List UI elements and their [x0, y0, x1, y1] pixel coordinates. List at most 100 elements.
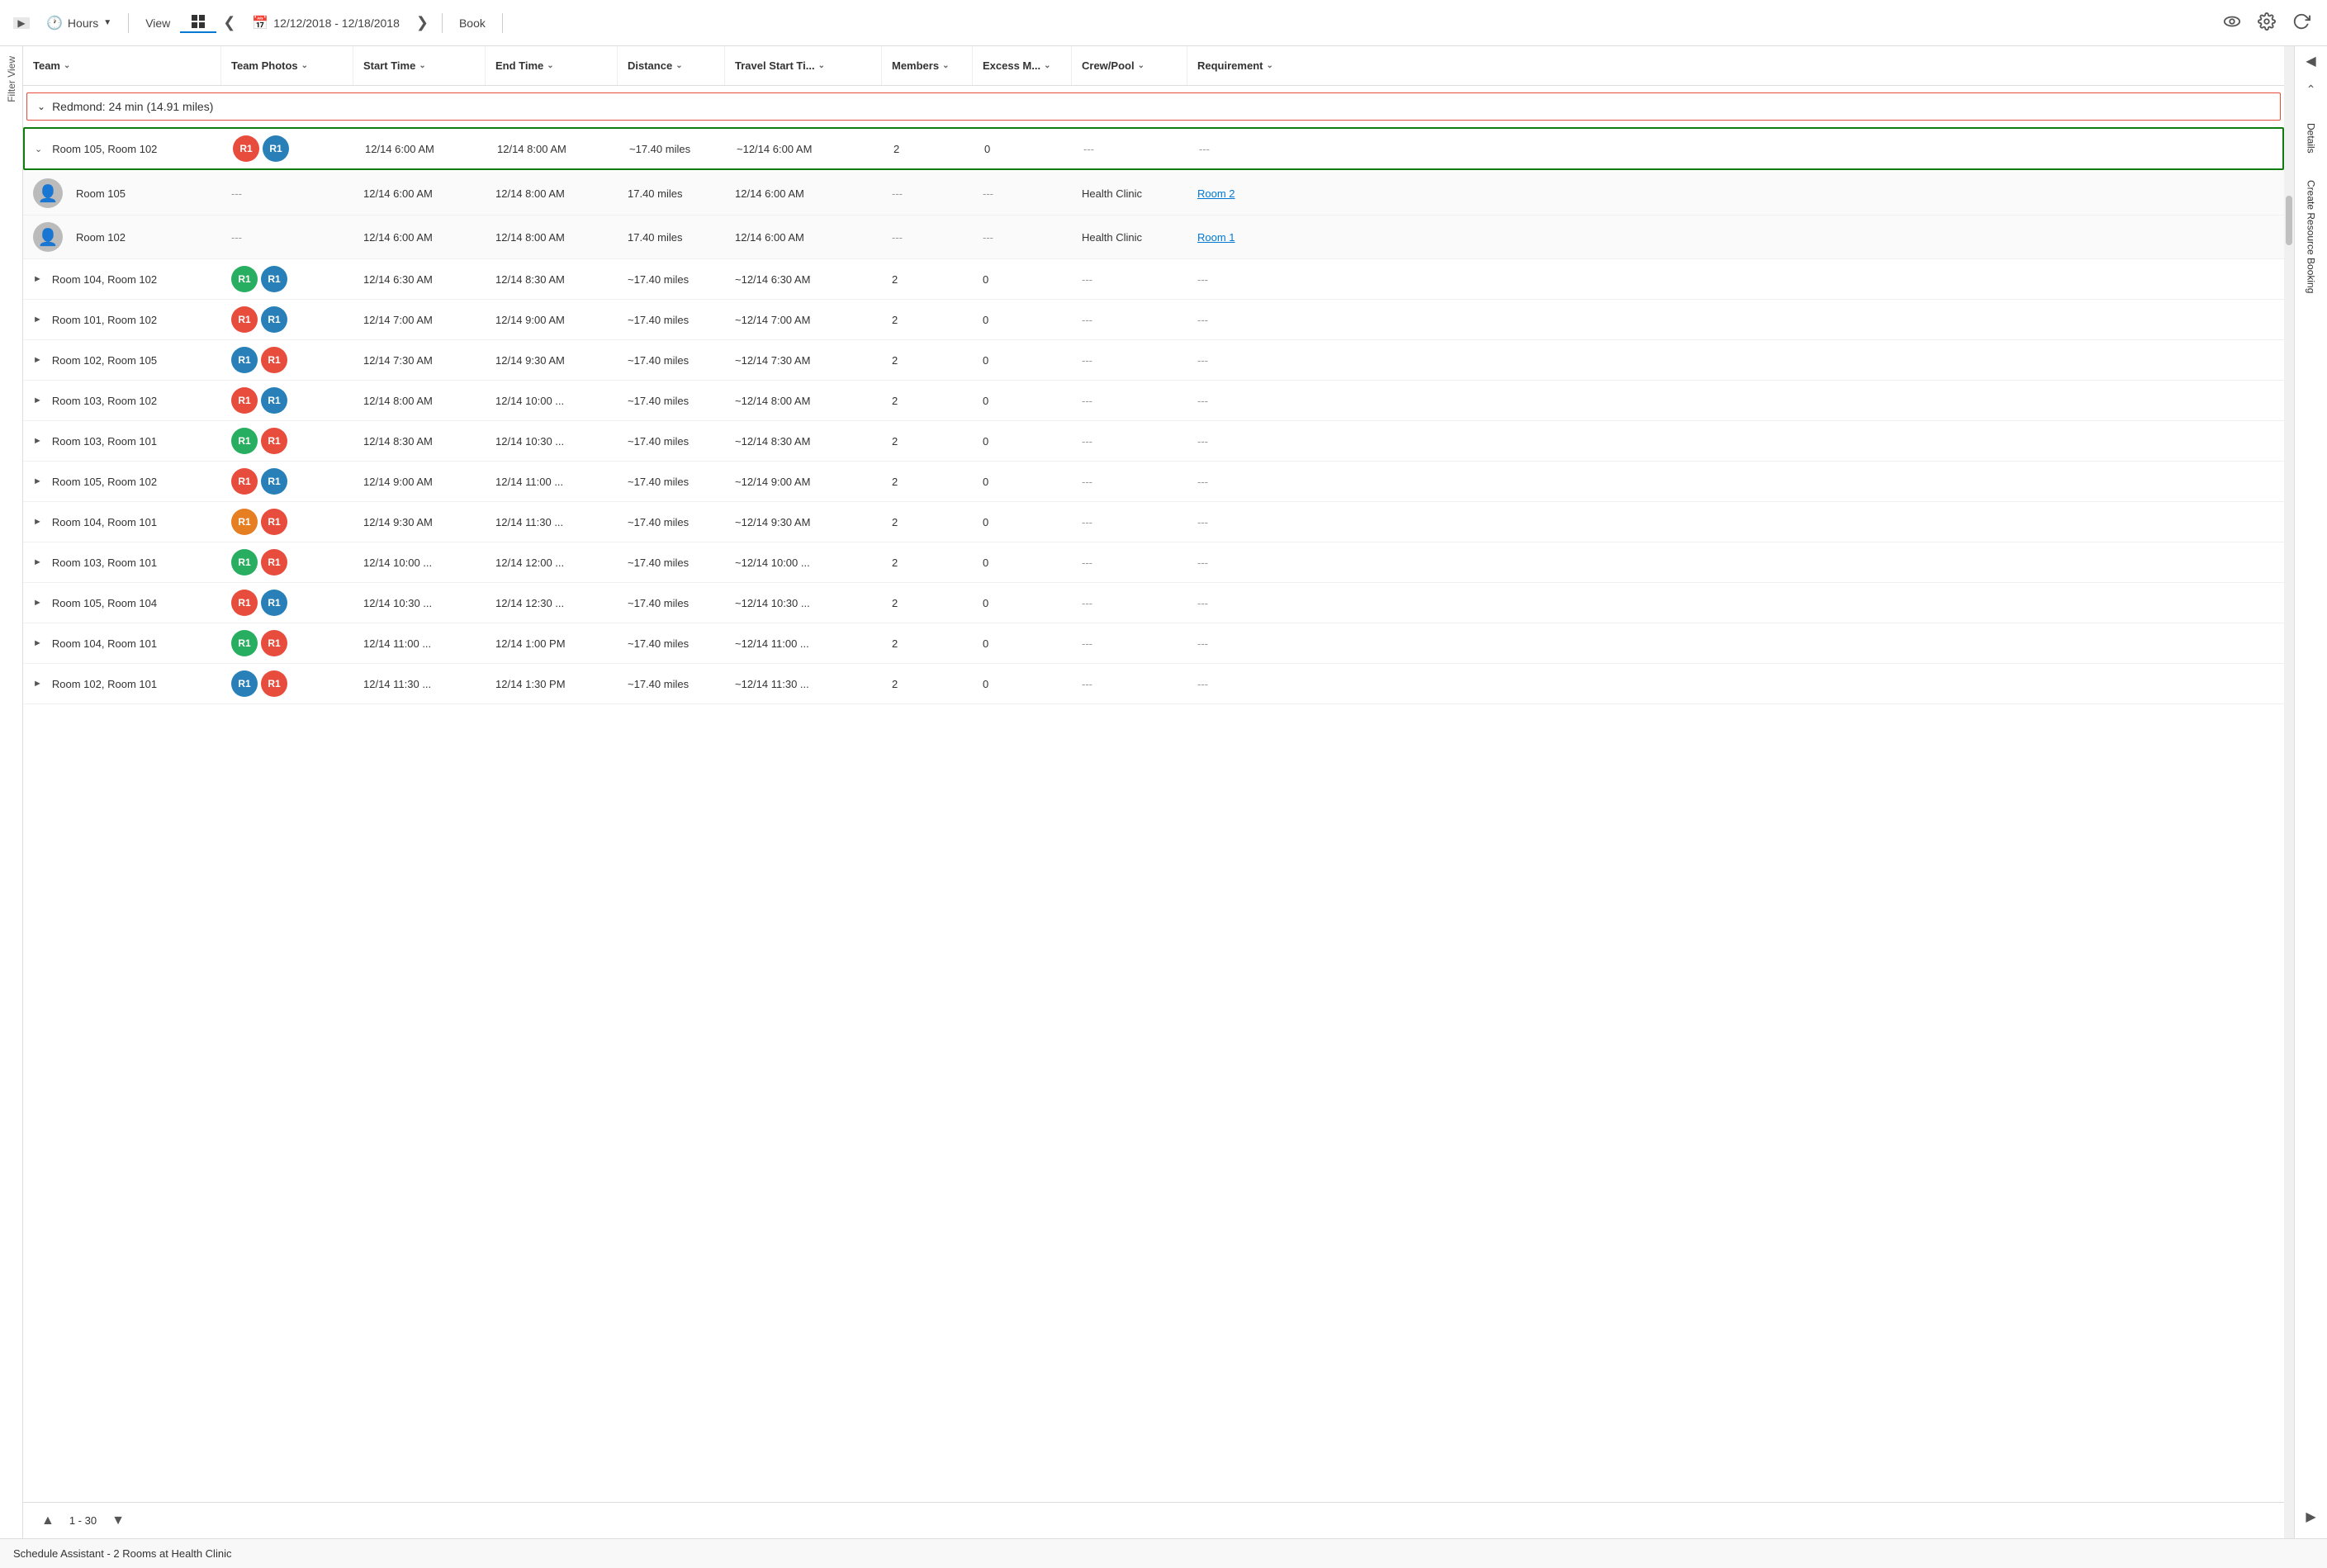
hours-dropdown[interactable]: 🕐 Hours ▼	[36, 15, 121, 31]
cell-start: 12/14 10:00 ...	[353, 550, 486, 576]
cell-start: 12/14 8:00 AM	[353, 388, 486, 414]
cell-excess: 0	[973, 469, 1072, 495]
expand-row-icon[interactable]: ►	[33, 517, 42, 527]
toolbar-right-actions	[2220, 9, 2314, 36]
person-icon: 👤	[38, 227, 59, 248]
expand-row-icon[interactable]: ►	[33, 436, 42, 446]
col-header-req[interactable]: Requirement ⌄	[1187, 46, 1336, 85]
cell-team: ► Room 104, Room 101	[23, 631, 221, 656]
team-name: Room 105	[76, 187, 126, 200]
group-header[interactable]: ⌄ Redmond: 24 min (14.91 miles)	[26, 92, 2281, 121]
cell-team: ► Room 101, Room 102	[23, 307, 221, 333]
expand-row-icon[interactable]: ⌄	[35, 144, 42, 154]
cell-excess: 0	[973, 267, 1072, 292]
req-link[interactable]: Room 1	[1197, 231, 1235, 244]
cell-members: 2	[882, 671, 973, 697]
separator-1	[128, 13, 129, 33]
next-date-btn[interactable]: ❯	[410, 11, 435, 35]
cell-team: ► Room 102, Room 105	[23, 348, 221, 373]
team-name: Room 104, Room 101	[52, 516, 157, 528]
req-link[interactable]: Room 2	[1197, 187, 1235, 200]
next-page-btn[interactable]: ▼	[107, 1512, 130, 1530]
cell-req: ---	[1187, 469, 1336, 495]
table-row[interactable]: ► Room 103, Room 101 R1 R1 12/14 8:30 AM…	[23, 421, 2284, 462]
col-header-crew[interactable]: Crew/Pool ⌄	[1072, 46, 1187, 85]
table-row[interactable]: ► Room 105, Room 102 R1 R1 12/14 9:00 AM…	[23, 462, 2284, 502]
table-row[interactable]: ► Room 102, Room 101 R1 R1 12/14 11:30 .…	[23, 664, 2284, 704]
table-row[interactable]: ► Room 105, Room 104 R1 R1 12/14 10:30 .…	[23, 583, 2284, 623]
filter-view-sidebar[interactable]: Filter View	[0, 46, 23, 1538]
cell-start: 12/14 6:00 AM	[353, 225, 486, 250]
vertical-scrollbar[interactable]	[2284, 46, 2294, 1538]
cell-distance: ~17.40 miles	[618, 590, 725, 616]
expand-row-icon[interactable]: ►	[33, 638, 42, 648]
expand-row-icon[interactable]: ►	[33, 598, 42, 608]
col-header-photos[interactable]: Team Photos ⌄	[221, 46, 353, 85]
cell-req: ---	[1187, 671, 1336, 697]
cell-travel: ~12/14 10:30 ...	[725, 590, 882, 616]
cell-travel: ~12/14 8:00 AM	[725, 388, 882, 414]
cell-members: 2	[882, 388, 973, 414]
details-tab[interactable]: Details	[2302, 110, 2320, 167]
scroll-thumb[interactable]	[2286, 196, 2292, 245]
avatar: R1	[231, 428, 258, 454]
col-header-travel[interactable]: Travel Start Ti... ⌄	[725, 46, 882, 85]
expand-row-icon[interactable]: ►	[33, 274, 42, 284]
prev-date-btn[interactable]: ❮	[216, 11, 242, 35]
date-range-item[interactable]: 📅 12/12/2018 - 12/18/2018	[242, 15, 410, 31]
expand-row-icon[interactable]: ►	[33, 396, 42, 405]
expand-row-icon[interactable]: ►	[33, 557, 42, 567]
cell-members: 2	[882, 307, 973, 333]
cell-excess: 0	[973, 429, 1072, 454]
avatar: R1	[231, 670, 258, 697]
table-row[interactable]: ► Room 101, Room 102 R1 R1 12/14 7:00 AM…	[23, 300, 2284, 340]
cell-distance: ~17.40 miles	[619, 136, 727, 162]
settings-icon-btn[interactable]	[2254, 9, 2279, 36]
prev-page-btn[interactable]: ▲	[36, 1512, 59, 1530]
cell-req: ---	[1187, 307, 1336, 333]
cell-distance: ~17.40 miles	[618, 307, 725, 333]
col-travel-label: Travel Start Ti...	[735, 59, 815, 72]
cell-travel: 12/14 6:00 AM	[725, 181, 882, 206]
table-row[interactable]: 👤 Room 105 --- 12/14 6:00 AM 12/14 8:00 …	[23, 172, 2284, 216]
grid-view-btn[interactable]	[180, 13, 216, 33]
eye-icon-btn[interactable]	[2220, 9, 2244, 36]
cell-photos: R1 R1	[221, 340, 353, 380]
table-row[interactable]: ► Room 104, Room 101 R1 R1 12/14 11:00 .…	[23, 623, 2284, 664]
person-avatar: 👤	[33, 222, 63, 252]
cell-start: 12/14 11:30 ...	[353, 671, 486, 697]
expand-row-icon[interactable]: ►	[33, 315, 42, 324]
main-area: Filter View Team ⌄ Team Photos ⌄ Start T…	[0, 46, 2327, 1538]
cell-travel: ~12/14 9:00 AM	[725, 469, 882, 495]
table-row[interactable]: ► Room 102, Room 105 R1 R1 12/14 7:30 AM…	[23, 340, 2284, 381]
cell-start: 12/14 9:30 AM	[353, 509, 486, 535]
table-row[interactable]: ⌄ Room 105, Room 102 R1 R1 12/14 6:00 AM…	[23, 127, 2284, 170]
col-header-team[interactable]: Team ⌄	[23, 46, 221, 85]
panel-collapse-btn[interactable]: ◀	[2299, 46, 2322, 76]
expand-row-icon[interactable]: ►	[33, 679, 42, 689]
panel-expand-btn[interactable]: ▶	[2299, 1502, 2322, 1532]
book-item[interactable]: Book	[449, 17, 495, 30]
col-header-start[interactable]: Start Time ⌄	[353, 46, 486, 85]
view-item[interactable]: View	[135, 17, 180, 30]
avatar: R1	[261, 630, 287, 656]
create-booking-tab[interactable]: Create Resource Booking	[2302, 167, 2320, 306]
expand-row-icon[interactable]: ►	[33, 355, 42, 365]
col-header-members[interactable]: Members ⌄	[882, 46, 973, 85]
col-req-label: Requirement	[1197, 59, 1263, 72]
col-header-excess[interactable]: Excess M... ⌄	[973, 46, 1072, 85]
avatar: R1	[263, 135, 289, 162]
table-row[interactable]: ► Room 103, Room 102 R1 R1 12/14 8:00 AM…	[23, 381, 2284, 421]
table-row[interactable]: ► Room 104, Room 102 R1 R1 12/14 6:30 AM…	[23, 259, 2284, 300]
refresh-icon-btn[interactable]	[2289, 9, 2314, 36]
expand-row-icon[interactable]: ►	[33, 476, 42, 486]
table-row[interactable]: ► Room 104, Room 101 R1 R1 12/14 9:30 AM…	[23, 502, 2284, 542]
table-row[interactable]: ► Room 103, Room 101 R1 R1 12/14 10:00 .…	[23, 542, 2284, 583]
cell-members: 2	[882, 348, 973, 373]
col-header-end[interactable]: End Time ⌄	[486, 46, 618, 85]
left-panel-toggle[interactable]: ▶	[13, 17, 30, 29]
col-header-distance[interactable]: Distance ⌄	[618, 46, 725, 85]
status-text: Schedule Assistant - 2 Rooms at Health C…	[13, 1547, 231, 1560]
cell-excess: 0	[973, 590, 1072, 616]
table-row[interactable]: 👤 Room 102 --- 12/14 6:00 AM 12/14 8:00 …	[23, 216, 2284, 259]
